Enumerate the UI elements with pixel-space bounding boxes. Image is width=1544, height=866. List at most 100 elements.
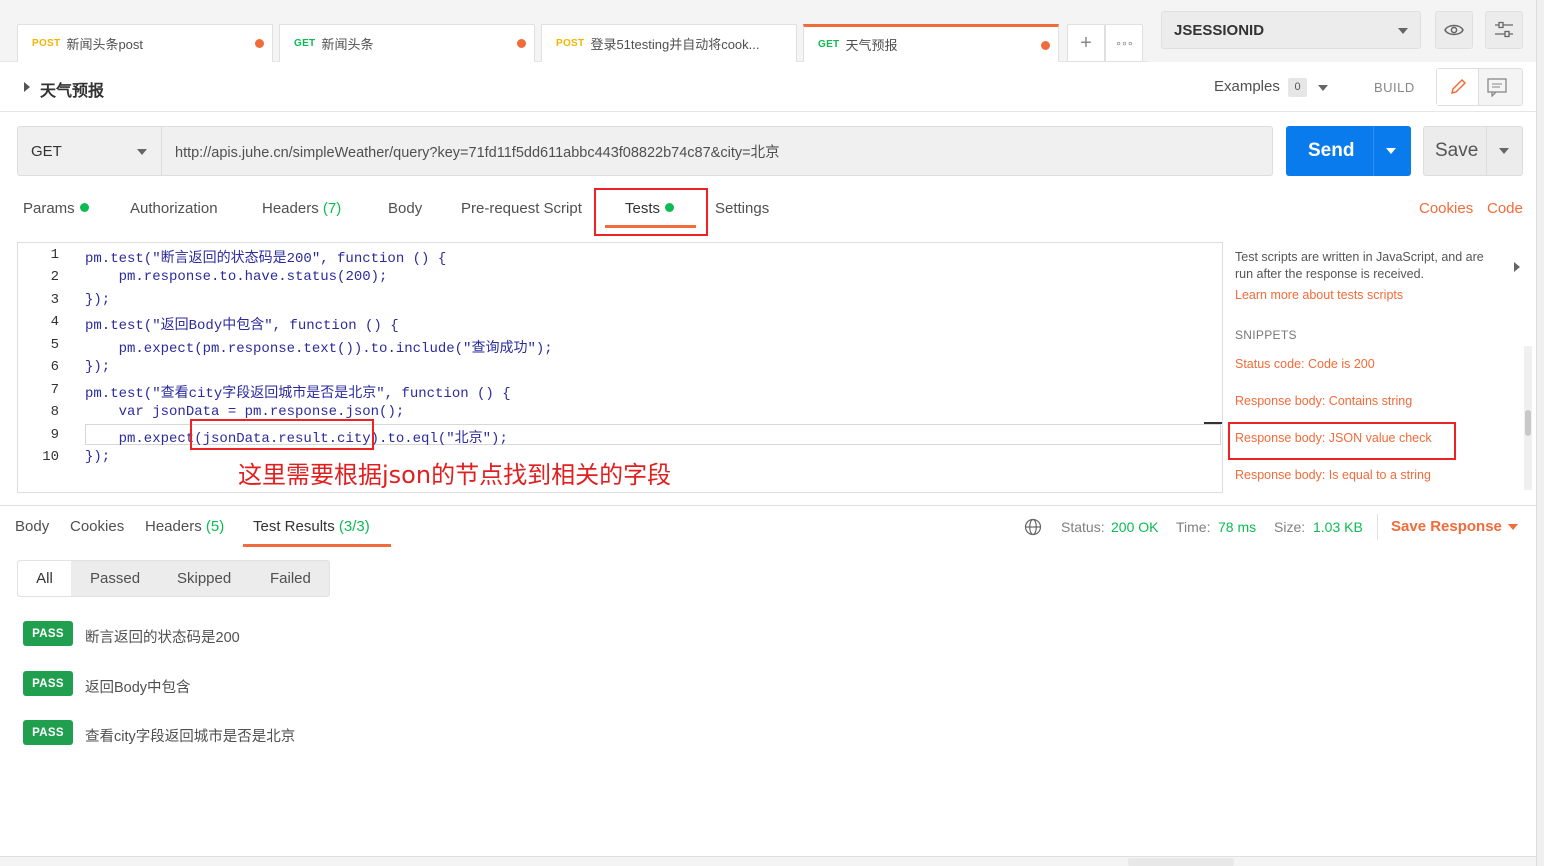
filter-passed[interactable]: Passed — [90, 570, 140, 587]
code-line: }); — [85, 449, 111, 465]
request-tab[interactable]: GET 新闻头条 — [279, 24, 535, 62]
chevron-down-icon[interactable] — [1499, 148, 1509, 154]
pane-divider[interactable] — [0, 505, 1536, 506]
save-button[interactable]: Save — [1423, 126, 1523, 176]
test-result-name: 断言返回的状态码是200 — [85, 630, 240, 646]
learn-more-link[interactable]: Learn more about tests scripts — [1235, 288, 1403, 302]
size-value[interactable]: 1.03 KB — [1313, 519, 1363, 535]
new-tab-button[interactable]: + — [1067, 24, 1105, 62]
tab-authorization[interactable]: Authorization — [130, 200, 218, 217]
save-response-button[interactable]: Save Response — [1391, 518, 1502, 535]
filter-skipped[interactable]: Skipped — [177, 570, 231, 587]
line-number: 1 — [50, 247, 59, 263]
time-value[interactable]: 78 ms — [1218, 519, 1256, 535]
separator — [1377, 514, 1378, 540]
test-results-count: (3/3) — [338, 518, 370, 535]
tab-params[interactable]: Params — [23, 200, 89, 217]
filter-label: All — [36, 570, 53, 587]
environment-quick-look-button[interactable] — [1435, 11, 1473, 49]
tab-label: 新闻头条post — [66, 37, 144, 52]
chevron-down-icon — [137, 149, 147, 155]
snippet-link[interactable]: Response body: Contains string — [1235, 394, 1412, 408]
edit-mode-button[interactable] — [1437, 69, 1479, 105]
response-tab-test-results[interactable]: Test Results (3/3) — [253, 518, 370, 535]
highlight-box — [594, 188, 708, 236]
tab-settings[interactable]: Settings — [715, 200, 769, 217]
line-number: 10 — [42, 449, 59, 465]
filter-failed[interactable]: Failed — [270, 570, 311, 587]
test-result-name: 返回Body中包含 — [85, 680, 191, 696]
status-bar — [0, 856, 1536, 866]
request-tab-active[interactable]: GET 天气预报 — [803, 24, 1059, 62]
code-line: pm.expect(pm.response.text()).to.include… — [85, 341, 553, 357]
environment-value: JSESSIONID — [1174, 21, 1265, 39]
status-value[interactable]: 200 OK — [1111, 519, 1158, 535]
snippets-heading: SNIPPETS — [1235, 328, 1297, 342]
code-line: pm.response.to.have.status(200); — [85, 269, 388, 285]
environment-select[interactable]: JSESSIONID — [1161, 11, 1421, 49]
tab-body[interactable]: Body — [388, 200, 422, 217]
url-input[interactable]: http://apis.juhe.cn/simpleWeather/query?… — [161, 126, 1273, 176]
sidebar-intro: run after the response is received. — [1235, 267, 1424, 281]
code-line: var jsonData = pm.response.json(); — [85, 404, 405, 420]
size-label: Size: — [1274, 519, 1306, 535]
tab-label: 天气预报 — [845, 38, 898, 53]
send-label: Send — [1308, 140, 1355, 161]
line-number: 2 — [50, 269, 59, 285]
examples-label[interactable]: Examples — [1214, 78, 1280, 95]
send-divider — [1373, 126, 1374, 176]
tab-headers[interactable]: Headers (7) — [262, 200, 341, 217]
line-number: 4 — [50, 314, 59, 330]
code-line: }); — [85, 359, 111, 375]
tab-prerequest-script[interactable]: Pre-request Script — [461, 200, 582, 217]
comment-icon — [1487, 78, 1507, 98]
save-response-label: Save Response — [1391, 518, 1502, 535]
method-value: GET — [31, 142, 62, 160]
request-tab[interactable]: POST 登录51testing并自动将cook... — [541, 24, 797, 62]
cookies-link[interactable]: Cookies — [1419, 200, 1473, 217]
eye-icon — [1444, 24, 1464, 36]
line-number: 7 — [50, 382, 59, 398]
editor-scroll-marker — [1204, 422, 1222, 424]
response-tab-body[interactable]: Body — [15, 518, 49, 535]
pass-badge: PASS — [23, 671, 73, 696]
more-tabs-button[interactable]: ∘∘∘ — [1105, 24, 1143, 62]
response-tab-headers[interactable]: Headers (5) — [145, 518, 224, 535]
pencil-icon — [1450, 78, 1466, 95]
highlight-box — [190, 419, 374, 450]
code-link[interactable]: Code — [1487, 200, 1523, 217]
tab-params-label: Params — [23, 200, 75, 217]
code-line: pm.test("断言返回的状态码是200", function () { — [85, 251, 447, 267]
pass-badge: PASS — [23, 720, 73, 745]
manage-environments-button[interactable] — [1485, 11, 1523, 49]
url-value: http://apis.juhe.cn/simpleWeather/query?… — [175, 144, 780, 161]
globe-icon[interactable] — [1024, 518, 1042, 539]
collapse-sidebar-icon[interactable] — [1514, 262, 1520, 272]
caret-right-icon[interactable] — [24, 82, 30, 92]
tab-method: GET — [294, 38, 316, 49]
response-tab-cookies[interactable]: Cookies — [70, 518, 124, 535]
method-select[interactable]: GET — [17, 126, 162, 176]
request-tab[interactable]: POST 新闻头条post — [17, 24, 273, 62]
snippet-link[interactable]: Response body: Is equal to a string — [1235, 468, 1431, 482]
line-number: 5 — [50, 337, 59, 353]
chevron-down-icon[interactable] — [1318, 85, 1328, 91]
chevron-down-icon[interactable] — [1386, 148, 1396, 154]
comments-button[interactable] — [1486, 77, 1508, 100]
tab-label: 登录51testing并自动将cook... — [590, 37, 760, 52]
scrollbar-thumb[interactable] — [1525, 410, 1531, 436]
snippet-link[interactable]: Status code: Code is 200 — [1235, 357, 1375, 371]
line-number: 9 — [50, 427, 59, 443]
sliders-icon — [1495, 21, 1513, 38]
headers-count: (7) — [322, 200, 342, 217]
request-title[interactable]: 天气预报 — [40, 77, 104, 101]
tab-label: 新闻头条 — [321, 37, 374, 52]
filter-all[interactable]: All — [18, 561, 71, 596]
headers-count: (5) — [205, 518, 225, 535]
chevron-down-icon[interactable] — [1508, 524, 1518, 530]
test-result-name: 查看city字段返回城市是否是北京 — [85, 729, 296, 745]
line-number-gutter: 1 2 3 4 5 6 7 8 9 10 — [18, 243, 72, 492]
sidebar-intro: Test scripts are written in JavaScript, … — [1235, 250, 1484, 264]
chevron-down-icon — [1398, 28, 1408, 34]
send-button[interactable]: Send — [1286, 126, 1411, 176]
